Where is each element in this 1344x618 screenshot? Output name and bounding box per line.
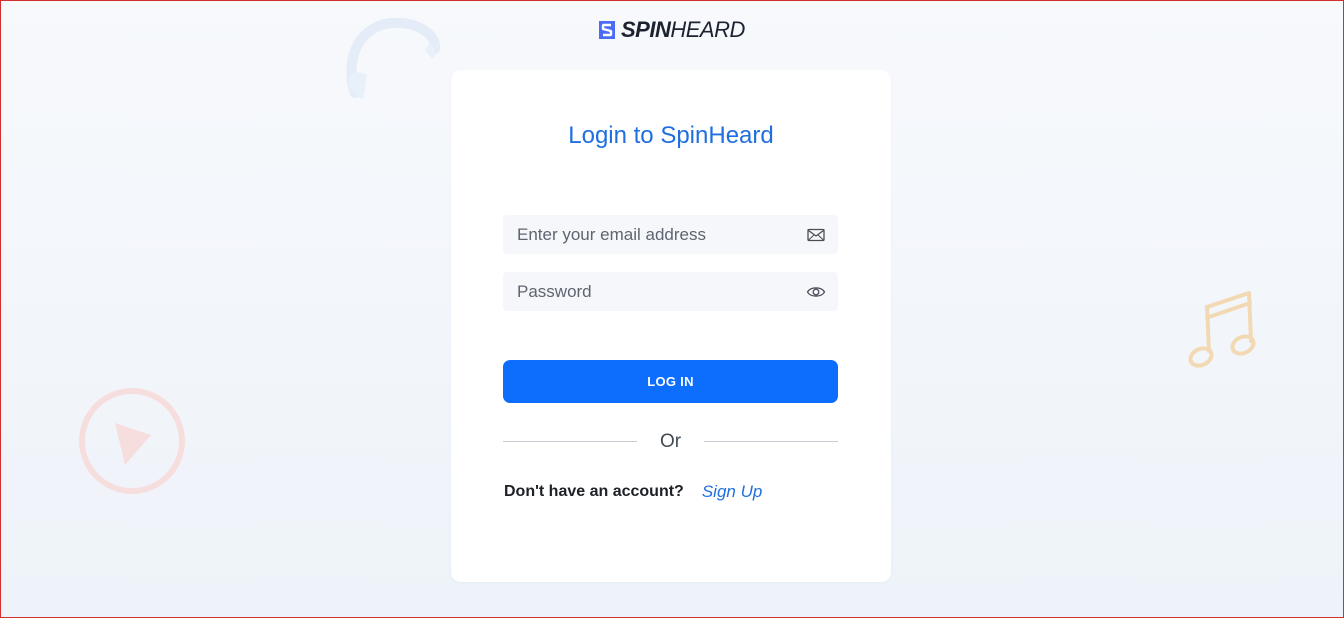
logo-text-bold: SPIN: [621, 17, 671, 42]
logo-mark-icon: [599, 21, 615, 39]
divider-line-right: [704, 441, 838, 442]
logo-text: SPINHEARD: [621, 15, 745, 45]
email-input[interactable]: [503, 215, 793, 254]
email-field-wrapper: [503, 215, 838, 254]
password-field-wrapper: [503, 272, 838, 311]
password-input[interactable]: [503, 272, 793, 311]
spinheard-logo[interactable]: SPINHEARD: [597, 15, 745, 45]
eye-icon[interactable]: [806, 282, 826, 302]
logo-text-light: HEARD: [670, 17, 745, 42]
signup-row: Don't have an account? Sign Up: [504, 480, 762, 504]
music-note-icon: [1188, 291, 1256, 368]
login-button[interactable]: LOG IN: [503, 360, 838, 403]
or-divider: Or: [503, 428, 838, 456]
divider-text: Or: [659, 431, 682, 452]
headphones-icon: [346, 17, 441, 99]
page-frame: SPINHEARD Login to SpinHeard LOG IN Or: [0, 0, 1344, 618]
login-card: Login to SpinHeard LOG IN Or Don't have …: [451, 70, 891, 582]
signup-link[interactable]: Sign Up: [702, 482, 762, 502]
signup-prompt: Don't have an account?: [504, 483, 684, 500]
page-title: Login to SpinHeard: [568, 122, 774, 149]
envelope-icon: [807, 228, 825, 242]
play-icon: [79, 388, 185, 494]
